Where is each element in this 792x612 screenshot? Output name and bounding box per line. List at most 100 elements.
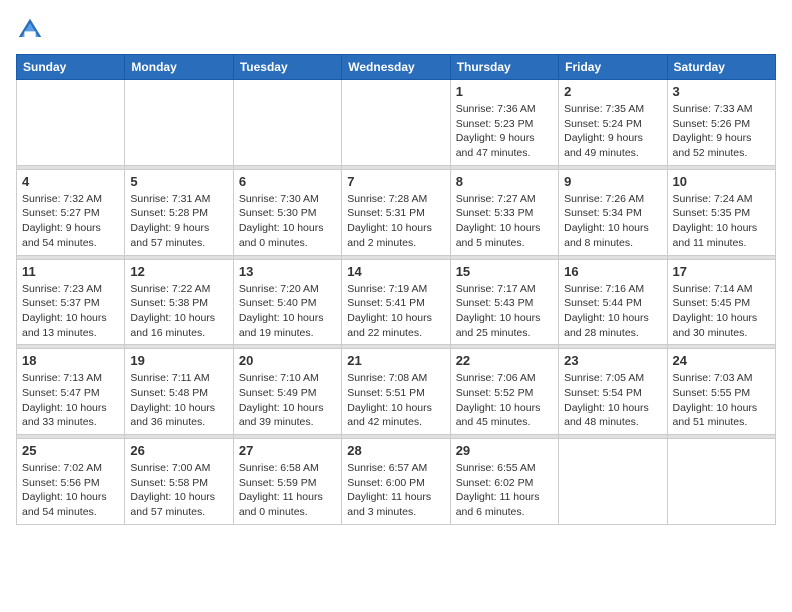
day-number: 11 [22,264,119,279]
weekday-header: Wednesday [342,55,450,80]
day-info: Sunrise: 6:57 AMSunset: 6:00 PMDaylight:… [347,461,444,520]
calendar-day-cell: 29 Sunrise: 6:55 AMSunset: 6:02 PMDayligh… [450,439,558,525]
day-info: Sunrise: 7:13 AMSunset: 5:47 PMDaylight:… [22,371,119,430]
calendar-day-cell: 13Sunrise: 7:20 AMSunset: 5:40 PMDayligh… [233,259,341,345]
day-info: Sunrise: 7:30 AMSunset: 5:30 PMDaylight:… [239,192,336,251]
day-info: Sunrise: 7:24 AMSunset: 5:35 PMDaylight:… [673,192,770,251]
calendar-day-cell: 2 Sunrise: 7:35 AMSunset: 5:24 PMDaylight… [559,80,667,166]
calendar-day-cell [17,80,125,166]
calendar-day-cell [233,80,341,166]
calendar-day-cell: 9 Sunrise: 7:26 AMSunset: 5:34 PMDaylight… [559,169,667,255]
calendar-day-cell: 20Sunrise: 7:10 AMSunset: 5:49 PMDayligh… [233,349,341,435]
calendar-day-cell: 28 Sunrise: 6:57 AMSunset: 6:00 PMDayligh… [342,439,450,525]
calendar-day-cell: 15 Sunrise: 7:17 AMSunset: 5:43 PMDayligh… [450,259,558,345]
day-number: 4 [22,174,119,189]
calendar-day-cell: 27 Sunrise: 6:58 AMSunset: 5:59 PMDayligh… [233,439,341,525]
logo [16,16,48,44]
weekday-header: Saturday [667,55,775,80]
calendar-day-cell: 26 Sunrise: 7:00 AMSunset: 5:58 PMDayligh… [125,439,233,525]
day-info: Sunrise: 7:23 AMSunset: 5:37 PMDaylight:… [22,282,119,341]
day-number: 3 [673,84,770,99]
calendar-day-cell: 24 Sunrise: 7:03 AMSunset: 5:55 PMDayligh… [667,349,775,435]
day-info: Sunrise: 7:28 AMSunset: 5:31 PMDaylight:… [347,192,444,251]
day-number: 12 [130,264,227,279]
day-number: 17 [673,264,770,279]
day-info: Sunrise: 7:27 AMSunset: 5:33 PMDaylight:… [456,192,553,251]
day-info: Sunrise: 7:20 AMSunset: 5:40 PMDaylight:… [239,282,336,341]
calendar-day-cell [559,439,667,525]
calendar-day-cell: 10 Sunrise: 7:24 AMSunset: 5:35 PMDayligh… [667,169,775,255]
day-info: Sunrise: 7:16 AMSunset: 5:44 PMDaylight:… [564,282,661,341]
calendar-day-cell: 16 Sunrise: 7:16 AMSunset: 5:44 PMDayligh… [559,259,667,345]
calendar-day-cell: 11 Sunrise: 7:23 AMSunset: 5:37 PMDayligh… [17,259,125,345]
day-number: 16 [564,264,661,279]
calendar-day-cell: 4 Sunrise: 7:32 AMSunset: 5:27 PMDaylight… [17,169,125,255]
day-number: 14 [347,264,444,279]
day-info: Sunrise: 7:33 AMSunset: 5:26 PMDaylight:… [673,102,770,161]
day-number: 25 [22,443,119,458]
day-number: 2 [564,84,661,99]
calendar-day-cell: 25 Sunrise: 7:02 AMSunset: 5:56 PMDayligh… [17,439,125,525]
day-number: 9 [564,174,661,189]
day-number: 24 [673,353,770,368]
day-info: Sunrise: 7:14 AMSunset: 5:45 PMDaylight:… [673,282,770,341]
weekday-header: Tuesday [233,55,341,80]
calendar-day-cell: 22Sunrise: 7:06 AMSunset: 5:52 PMDayligh… [450,349,558,435]
logo-icon [16,16,44,44]
calendar-week-row: 18 Sunrise: 7:13 AMSunset: 5:47 PMDayligh… [17,349,776,435]
calendar-header-row: SundayMondayTuesdayWednesdayThursdayFrid… [17,55,776,80]
calendar-table: SundayMondayTuesdayWednesdayThursdayFrid… [16,54,776,525]
day-info: Sunrise: 7:31 AMSunset: 5:28 PMDaylight:… [130,192,227,251]
page-header [16,16,776,44]
day-info: Sunrise: 7:22 AMSunset: 5:38 PMDaylight:… [130,282,227,341]
day-number: 6 [239,174,336,189]
calendar-day-cell: 3 Sunrise: 7:33 AMSunset: 5:26 PMDaylight… [667,80,775,166]
day-number: 20 [239,353,336,368]
calendar-day-cell [342,80,450,166]
day-info: Sunrise: 7:19 AMSunset: 5:41 PMDaylight:… [347,282,444,341]
day-info: Sunrise: 7:32 AMSunset: 5:27 PMDaylight:… [22,192,119,251]
weekday-header: Sunday [17,55,125,80]
day-info: Sunrise: 6:58 AMSunset: 5:59 PMDaylight:… [239,461,336,520]
weekday-header: Thursday [450,55,558,80]
day-info: Sunrise: 7:00 AMSunset: 5:58 PMDaylight:… [130,461,227,520]
day-number: 26 [130,443,227,458]
day-number: 27 [239,443,336,458]
calendar-week-row: 1 Sunrise: 7:36 AMSunset: 5:23 PMDaylight… [17,80,776,166]
calendar-day-cell: 12 Sunrise: 7:22 AMSunset: 5:38 PMDayligh… [125,259,233,345]
day-info: Sunrise: 6:55 AMSunset: 6:02 PMDaylight:… [456,461,553,520]
day-info: Sunrise: 7:35 AMSunset: 5:24 PMDaylight:… [564,102,661,161]
day-number: 29 [456,443,553,458]
calendar-day-cell: 23Sunrise: 7:05 AMSunset: 5:54 PMDayligh… [559,349,667,435]
calendar-day-cell: 19Sunrise: 7:11 AMSunset: 5:48 PMDayligh… [125,349,233,435]
calendar-week-row: 4 Sunrise: 7:32 AMSunset: 5:27 PMDaylight… [17,169,776,255]
weekday-header: Friday [559,55,667,80]
day-number: 28 [347,443,444,458]
day-info: Sunrise: 7:02 AMSunset: 5:56 PMDaylight:… [22,461,119,520]
day-number: 5 [130,174,227,189]
day-number: 10 [673,174,770,189]
day-info: Sunrise: 7:08 AMSunset: 5:51 PMDaylight:… [347,371,444,430]
day-info: Sunrise: 7:17 AMSunset: 5:43 PMDaylight:… [456,282,553,341]
day-number: 7 [347,174,444,189]
calendar-week-row: 25 Sunrise: 7:02 AMSunset: 5:56 PMDayligh… [17,439,776,525]
calendar-day-cell: 7 Sunrise: 7:28 AMSunset: 5:31 PMDaylight… [342,169,450,255]
calendar-day-cell: 8 Sunrise: 7:27 AMSunset: 5:33 PMDaylight… [450,169,558,255]
calendar-day-cell: 18 Sunrise: 7:13 AMSunset: 5:47 PMDayligh… [17,349,125,435]
day-info: Sunrise: 7:26 AMSunset: 5:34 PMDaylight:… [564,192,661,251]
day-number: 8 [456,174,553,189]
calendar-day-cell: 21Sunrise: 7:08 AMSunset: 5:51 PMDayligh… [342,349,450,435]
day-info: Sunrise: 7:36 AMSunset: 5:23 PMDaylight:… [456,102,553,161]
day-info: Sunrise: 7:05 AMSunset: 5:54 PMDaylight:… [564,371,661,430]
day-number: 18 [22,353,119,368]
calendar-day-cell [125,80,233,166]
day-info: Sunrise: 7:03 AMSunset: 5:55 PMDaylight:… [673,371,770,430]
calendar-day-cell [667,439,775,525]
calendar-day-cell: 14 Sunrise: 7:19 AMSunset: 5:41 PMDayligh… [342,259,450,345]
day-number: 1 [456,84,553,99]
calendar-day-cell: 5 Sunrise: 7:31 AMSunset: 5:28 PMDaylight… [125,169,233,255]
weekday-header: Monday [125,55,233,80]
day-number: 15 [456,264,553,279]
calendar-day-cell: 1 Sunrise: 7:36 AMSunset: 5:23 PMDaylight… [450,80,558,166]
calendar-week-row: 11 Sunrise: 7:23 AMSunset: 5:37 PMDayligh… [17,259,776,345]
